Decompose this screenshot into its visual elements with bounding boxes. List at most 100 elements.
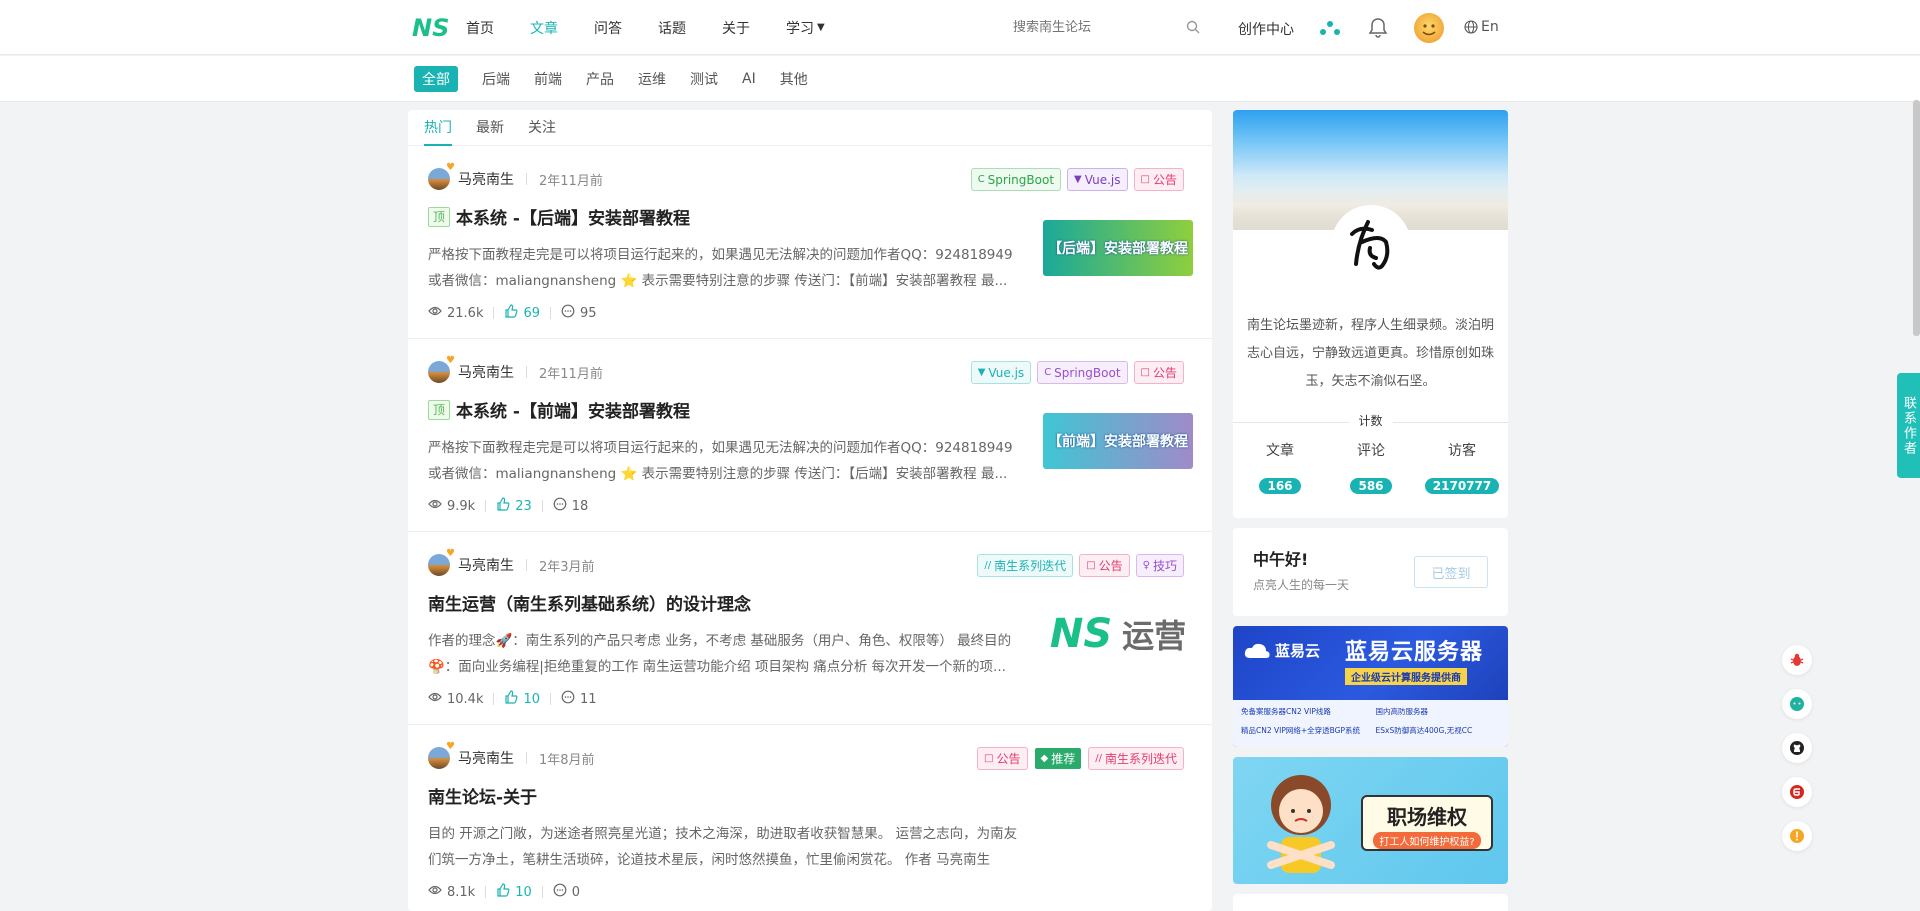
article-tag[interactable]: //南生系列迭代 [1088, 747, 1184, 770]
stat-comments[interactable]: 评论 586 [1326, 440, 1416, 494]
article-title[interactable]: 顶本系统 -【前端】安装部署教程 [428, 397, 690, 422]
article-tag[interactable]: ▼ Vue.js [970, 361, 1032, 384]
article-time: 1年8月前 [539, 752, 595, 768]
comments-stat[interactable]: 11 [561, 690, 597, 708]
nav-item[interactable]: 学习 ▼ [786, 18, 825, 38]
article-author: ♥ 马亮南生 2年3月前 [428, 548, 595, 576]
stat-articles[interactable]: 文章 166 [1235, 440, 1325, 494]
comments-stat[interactable]: 0 [553, 883, 580, 901]
creator-center-link[interactable]: 创作中心 [1238, 19, 1294, 39]
article-title[interactable]: 南生运营（南生系列基础系统）的设计理念 [428, 590, 751, 615]
nav-item[interactable]: 文章 [530, 18, 558, 38]
article-tag[interactable]: C SpringBoot [970, 168, 1062, 191]
article-title[interactable]: 南生论坛-关于 [428, 783, 537, 808]
feed-tab[interactable]: 热门 [424, 110, 452, 146]
likes-stat[interactable]: 10 [496, 883, 532, 901]
category-chip[interactable]: 测试 [690, 66, 718, 92]
category-chip[interactable]: 产品 [586, 66, 614, 92]
ad-feature: ESxS防御高达400G,无视CC [1375, 726, 1473, 735]
search-box[interactable] [1000, 12, 1210, 42]
likes-stat[interactable]: 69 [504, 304, 540, 322]
article-thumbnail[interactable]: 【后端】安装部署教程 [1043, 220, 1193, 276]
thumbs-up-icon [504, 304, 518, 322]
article-summary[interactable]: 严格按下面教程走完是可以将项目运行起来的，如果遇见无法解决的问题加作者QQ：92… [428, 435, 1020, 487]
tag-label: 推荐 [1051, 752, 1076, 766]
article-tag[interactable]: //南生系列迭代 [977, 554, 1074, 577]
likes-stat[interactable]: 23 [496, 497, 532, 515]
search-input[interactable] [1000, 19, 1180, 35]
author-name[interactable]: 马亮南生 [458, 362, 514, 382]
article-summary[interactable]: 目的 开源之门敞，为迷途者照亮星光道；技术之海深，助进取者收获智慧果。 运营之志… [428, 821, 1020, 873]
eye-icon [428, 884, 442, 900]
nav-item[interactable]: 关于 [722, 18, 750, 38]
likes-stat[interactable]: 10 [504, 690, 540, 708]
bug-report-icon[interactable] [1782, 645, 1812, 675]
github-icon[interactable] [1782, 733, 1812, 763]
article-summary[interactable]: 严格按下面教程走完是可以将项目运行起来的，如果遇见无法解决的问题加作者QQ：92… [428, 242, 1020, 294]
category-chip[interactable]: 其他 [780, 66, 808, 92]
article-item[interactable]: ♥ 马亮南生 2年11月前 C SpringBoot ▼ Vue.js □ 公告顶本系统 -【后… [408, 146, 1212, 339]
gitee-icon[interactable] [1782, 777, 1812, 807]
article-stats: 21.6k 69 95 [428, 304, 597, 322]
vip-heart-icon: ♥ [446, 355, 455, 366]
chat-icon[interactable] [1782, 689, 1812, 719]
feed-tab[interactable]: 关注 [528, 110, 556, 146]
author-avatar[interactable]: ♥ [428, 162, 455, 190]
language-switch[interactable]: En [1464, 19, 1499, 35]
category-chip[interactable]: 全部 [414, 66, 458, 92]
author-avatar[interactable]: ♥ [428, 548, 455, 576]
bell-icon[interactable] [1366, 16, 1390, 40]
comments-count: 18 [571, 498, 589, 514]
search-icon[interactable] [1186, 20, 1200, 34]
nav-item[interactable]: 首页 [466, 18, 494, 38]
article-tag[interactable]: □ 公告 [977, 747, 1028, 770]
author-avatar[interactable]: ♥ [428, 741, 455, 769]
article-tag[interactable]: □ 公告 [1079, 554, 1130, 577]
article-item[interactable]: ♥ 马亮南生 1年8月前 □ 公告 ◆ 推荐//南生系列迭代南生论坛-关于目的 开源之门敞，… [408, 725, 1212, 911]
stat-visitors[interactable]: 访客 2170777 [1417, 440, 1507, 494]
user-avatar[interactable] [1414, 13, 1444, 43]
dots-app-icon[interactable] [1318, 16, 1342, 40]
category-chip[interactable]: 运维 [638, 66, 666, 92]
nav-item[interactable]: 问答 [594, 18, 622, 38]
checkin-button[interactable]: 已签到 [1414, 556, 1488, 588]
article-thumbnail[interactable]: NS 运营 [1043, 606, 1193, 662]
article-item[interactable]: ♥ 马亮南生 2年3月前 //南生系列迭代 □ 公告 ♀ 技巧南生运营（南生系列基础系统）的设… [408, 532, 1212, 725]
article-tag[interactable]: □ 公告 [1133, 361, 1184, 384]
author-name[interactable]: 马亮南生 [458, 555, 514, 575]
category-chip[interactable]: AI [742, 68, 756, 90]
stats-title: 计数 [1348, 412, 1393, 429]
article-tag[interactable]: ▼ Vue.js [1067, 168, 1128, 191]
ad-subtitle: 企业级云计算服务提供商 [1345, 668, 1467, 685]
article-title[interactable]: 顶本系统 -【后端】安装部署教程 [428, 204, 690, 229]
article-tag[interactable]: C SpringBoot [1037, 361, 1128, 384]
article-summary[interactable]: 作者的理念🚀：南生系列的产品只考虑 业务，不考虑 基础服务（用户、角色、权限等）… [428, 628, 1020, 680]
comments-stat[interactable]: 18 [553, 497, 589, 515]
signature-avatar[interactable] [1331, 205, 1411, 285]
article-tag[interactable]: ♀ 技巧 [1135, 554, 1184, 577]
category-chip[interactable]: 后端 [482, 66, 510, 92]
comments-stat[interactable]: 95 [561, 304, 597, 322]
ad-banner-workplace[interactable]: 职场维权 打工人如何维护权益? [1233, 757, 1508, 884]
site-logo[interactable]: NS [412, 14, 448, 40]
contact-author-tab[interactable]: 联系作者 [1897, 373, 1920, 478]
author-name[interactable]: 马亮南生 [458, 748, 514, 768]
tag-label: 技巧 [1152, 559, 1177, 573]
nav-item[interactable]: 话题 [658, 18, 686, 38]
info-icon[interactable] [1782, 821, 1812, 851]
author-name[interactable]: 马亮南生 [458, 169, 514, 189]
category-chip[interactable]: 前端 [534, 66, 562, 92]
page-scrollbar[interactable] [1913, 100, 1920, 336]
article-tag[interactable]: □ 公告 [1133, 168, 1184, 191]
article-tag[interactable]: ◆ 推荐 [1033, 747, 1083, 770]
vip-heart-icon: ♥ [446, 741, 455, 752]
feed-tab[interactable]: 最新 [476, 110, 504, 146]
author-avatar[interactable]: ♥ [428, 355, 455, 383]
comments-count: 11 [580, 691, 597, 707]
article-thumbnail[interactable]: 【前端】安装部署教程 [1043, 413, 1193, 469]
caret-down-icon: ▼ [817, 22, 825, 33]
comment-icon [553, 497, 567, 515]
article-item[interactable]: ♥ 马亮南生 2年11月前 ▼ Vue.js C SpringBoot □ 公告顶本系统 -【前… [408, 339, 1212, 532]
ad-banner-lanyiyun[interactable]: 蓝易云 蓝易云服务器 企业级云计算服务提供商 免备案服务器CN2 VIP线路 国… [1233, 626, 1508, 747]
likes-count: 69 [523, 305, 541, 321]
